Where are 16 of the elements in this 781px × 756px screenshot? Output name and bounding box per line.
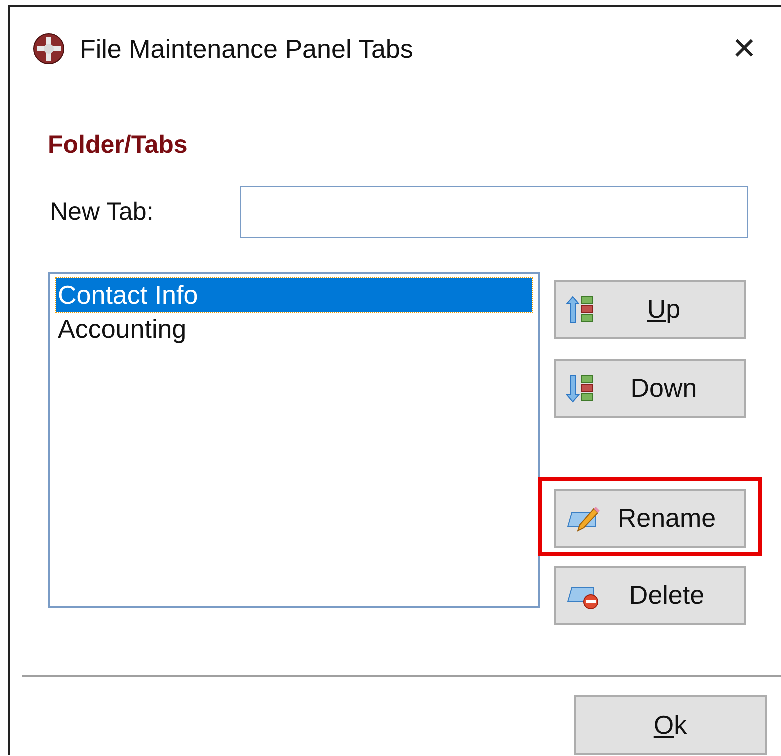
down-button[interactable]: Down [554, 359, 746, 418]
field-label: New Tab: [49, 198, 155, 226]
list-item[interactable]: Contact Info [56, 278, 532, 312]
close-button[interactable]: ✕ [726, 32, 763, 66]
up-button[interactable]: Up [554, 280, 746, 339]
rename-button[interactable]: Rename [554, 489, 746, 548]
arrow-up-list-icon [566, 294, 594, 324]
new-tab-field[interactable] [240, 186, 748, 238]
app-logo-icon [32, 32, 66, 66]
section-heading: Folder/Tabs [48, 131, 189, 160]
list-item[interactable]: Accounting [56, 312, 532, 346]
pencil-tab-icon [566, 504, 600, 532]
arrow-down-list-icon [566, 374, 594, 404]
delete-button[interactable]: Delete [554, 566, 746, 625]
ok-button[interactable]: Ok [574, 695, 767, 755]
window-title: File Maintenance Panel Tabs [80, 34, 414, 64]
